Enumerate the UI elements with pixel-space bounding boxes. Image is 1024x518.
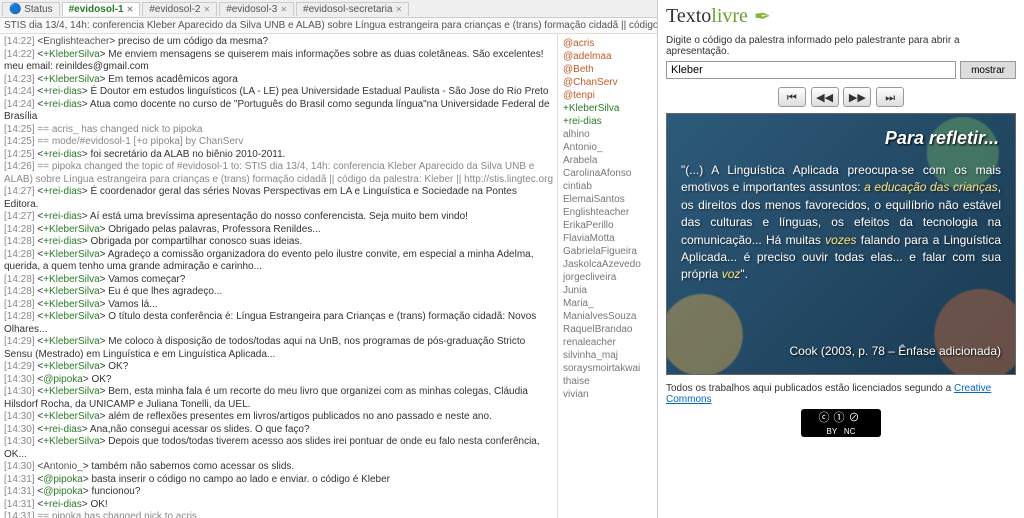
code-input[interactable] xyxy=(666,61,956,79)
user-item[interactable]: jorgecliveira xyxy=(563,271,652,284)
chat-line: [14:30] <+KleberSilva> Depois que todos/… xyxy=(4,436,553,461)
chat-log: [14:22] <Englishteacher> preciso de um c… xyxy=(0,34,557,518)
user-item[interactable]: GabrielaFigueira xyxy=(563,245,652,258)
close-icon[interactable]: ✕ xyxy=(280,5,287,14)
slide: Para refletir... "(...) A Linguística Ap… xyxy=(666,113,1016,375)
license-text: Todos os trabalhos aqui publicados estão… xyxy=(666,383,1016,405)
user-item[interactable]: thaise xyxy=(563,375,652,388)
chat-line: [14:28] <+rei-dias> Obrigada por compart… xyxy=(4,236,553,249)
tab-evidosol-secretaria[interactable]: #evidosol-secretaria✕ xyxy=(296,2,409,16)
close-icon[interactable]: ✕ xyxy=(396,5,403,14)
tab-Status[interactable]: 🔵 Status xyxy=(2,2,60,16)
chat-line: [14:29] <+KleberSilva> Me coloco à dispo… xyxy=(4,336,553,361)
slide-title: Para refletir... xyxy=(885,128,999,149)
chat-line: [14:28] <+KleberSilva> Eu é que lhes agr… xyxy=(4,286,553,299)
user-item[interactable]: FlaviaMotta xyxy=(563,232,652,245)
user-item[interactable]: Antonio_ xyxy=(563,141,652,154)
code-form: mostrar xyxy=(666,61,1016,79)
slide-citation: Cook (2003, p. 78 – Ênfase adicionada) xyxy=(790,344,1001,358)
user-item[interactable]: renaleacher xyxy=(563,336,652,349)
user-item[interactable]: @tenpi xyxy=(563,89,652,102)
user-item[interactable]: alhino xyxy=(563,128,652,141)
chat-line: [14:27] <+rei-dias> É coordenador geral … xyxy=(4,186,553,211)
user-list: @acris@adelmaa@Beth@ChanServ@tenpi+Klebe… xyxy=(557,34,657,518)
chat-line: [14:28] <+KleberSilva> Obrigado pelas pa… xyxy=(4,224,553,237)
topic-text: STIS dia 13/4, 14h: conferencia Kleber A… xyxy=(4,20,657,31)
chat-line: [14:27] <+rei-dias> Aí está uma brevíssi… xyxy=(4,211,553,224)
user-item[interactable]: Junia xyxy=(563,284,652,297)
chat-line: [14:22] <Englishteacher> preciso de um c… xyxy=(4,36,553,49)
user-item[interactable]: CarolinaAfonso xyxy=(563,167,652,180)
user-item[interactable]: silvinha_maj xyxy=(563,349,652,362)
show-button[interactable]: mostrar xyxy=(960,61,1016,79)
chat-line: [14:28] <+KleberSilva> Vamos começar? xyxy=(4,274,553,287)
chat-line: [14:26] == pipoka changed the topic of #… xyxy=(4,161,553,186)
close-icon[interactable]: ✕ xyxy=(203,5,210,14)
chat-line: [14:28] <+KleberSilva> Vamos lá... xyxy=(4,299,553,312)
last-slide-icon[interactable]: ⏭ xyxy=(876,87,904,107)
user-item[interactable]: +KleberSilva xyxy=(563,102,652,115)
chat-line: [14:25] <+rei-dias> foi secretário da AL… xyxy=(4,149,553,162)
chat-line: [14:25] == acris_ has changed nick to pi… xyxy=(4,124,553,137)
chat-line: [14:23] <+KleberSilva> Em temos acadêmic… xyxy=(4,74,553,87)
user-item[interactable]: cintiab xyxy=(563,180,652,193)
close-icon[interactable]: ✕ xyxy=(127,5,134,14)
chat-line: [14:30] <@pipoka> OK? xyxy=(4,374,553,387)
tab-evidosol-1[interactable]: #evidosol-1✕ xyxy=(62,2,141,16)
user-item[interactable]: RaquelBrandao xyxy=(563,323,652,336)
user-item[interactable]: Maria_ xyxy=(563,297,652,310)
chat-line: [14:24] <+rei-dias> É Doutor em estudos … xyxy=(4,86,553,99)
channel-tabs: 🔵 Status#evidosol-1✕#evidosol-2✕#evidoso… xyxy=(0,0,657,18)
prev-slide-icon[interactable]: ◀◀ xyxy=(811,87,839,107)
chat-line: [14:30] <+KleberSilva> além de reflexões… xyxy=(4,411,553,424)
user-item[interactable]: ManialvesSouza xyxy=(563,310,652,323)
user-item[interactable]: @adelmaa xyxy=(563,50,652,63)
user-item[interactable]: ElemaiSantos xyxy=(563,193,652,206)
channel-topic: STIS dia 13/4, 14h: conferencia Kleber A… xyxy=(0,18,657,34)
presentation-panel: Textolivre ✒ Digite o código da palestra… xyxy=(658,0,1024,518)
chat-line: [14:30] <+KleberSilva> Bem, esta minha f… xyxy=(4,386,553,411)
irc-panel: 🔵 Status#evidosol-1✕#evidosol-2✕#evidoso… xyxy=(0,0,658,518)
cc-badge-icon: ⓒ①⊘ BY NC xyxy=(801,409,881,437)
user-item[interactable]: soraysmoirtakwai xyxy=(563,362,652,375)
chat-line: [14:30] <Antonio_> também não sabemos co… xyxy=(4,461,553,474)
user-item[interactable]: Englishteacher xyxy=(563,206,652,219)
slide-controls: ⏮ ◀◀ ▶▶ ⏭ xyxy=(666,87,1016,107)
chat-line: [14:22] <+KleberSilva> Me enviem mensage… xyxy=(4,49,553,74)
logo: Textolivre ✒ xyxy=(666,4,1016,29)
user-item[interactable]: @ChanServ xyxy=(563,76,652,89)
user-item[interactable]: ErikaPerillo xyxy=(563,219,652,232)
chat-line: [14:31] <@pipoka> funcionou? xyxy=(4,486,553,499)
tab-evidosol-3[interactable]: #evidosol-3✕ xyxy=(219,2,294,16)
chat-line: [14:28] <+KleberSilva> O título desta co… xyxy=(4,311,553,336)
chat-line: [14:30] <+rei-dias> Ana,não consegui ace… xyxy=(4,424,553,437)
user-item[interactable]: +rei-dias xyxy=(563,115,652,128)
logo-text: Textolivre xyxy=(666,5,748,28)
chat-line: [14:25] == mode/#evidosol-1 [+o pipoka] … xyxy=(4,136,553,149)
user-item[interactable]: vivian xyxy=(563,388,652,401)
chat-line: [14:31] <@pipoka> basta inserir o código… xyxy=(4,474,553,487)
next-slide-icon[interactable]: ▶▶ xyxy=(843,87,871,107)
user-item[interactable]: JaskolcaAzevedo xyxy=(563,258,652,271)
user-item[interactable]: @acris xyxy=(563,37,652,50)
first-slide-icon[interactable]: ⏮ xyxy=(778,87,806,107)
chat-line: [14:29] <+KleberSilva> OK? xyxy=(4,361,553,374)
slide-body: "(...) A Linguística Aplicada preocupa-s… xyxy=(681,162,1001,284)
tab-evidosol-2[interactable]: #evidosol-2✕ xyxy=(142,2,217,16)
chat-area: [14:22] <Englishteacher> preciso de um c… xyxy=(0,34,657,518)
chat-line: [14:28] <+KleberSilva> Agradeço a comiss… xyxy=(4,249,553,274)
chat-line: [14:24] <+rei-dias> Atua como docente no… xyxy=(4,99,553,124)
pen-icon: ✒ xyxy=(754,4,771,29)
prompt-text: Digite o código da palestra informado pe… xyxy=(666,35,1016,57)
user-item[interactable]: Arabela xyxy=(563,154,652,167)
chat-line: [14:31] <+rei-dias> OK! xyxy=(4,499,553,512)
user-item[interactable]: @Beth xyxy=(563,63,652,76)
chat-line: [14:31] == pipoka has changed nick to ac… xyxy=(4,511,553,518)
